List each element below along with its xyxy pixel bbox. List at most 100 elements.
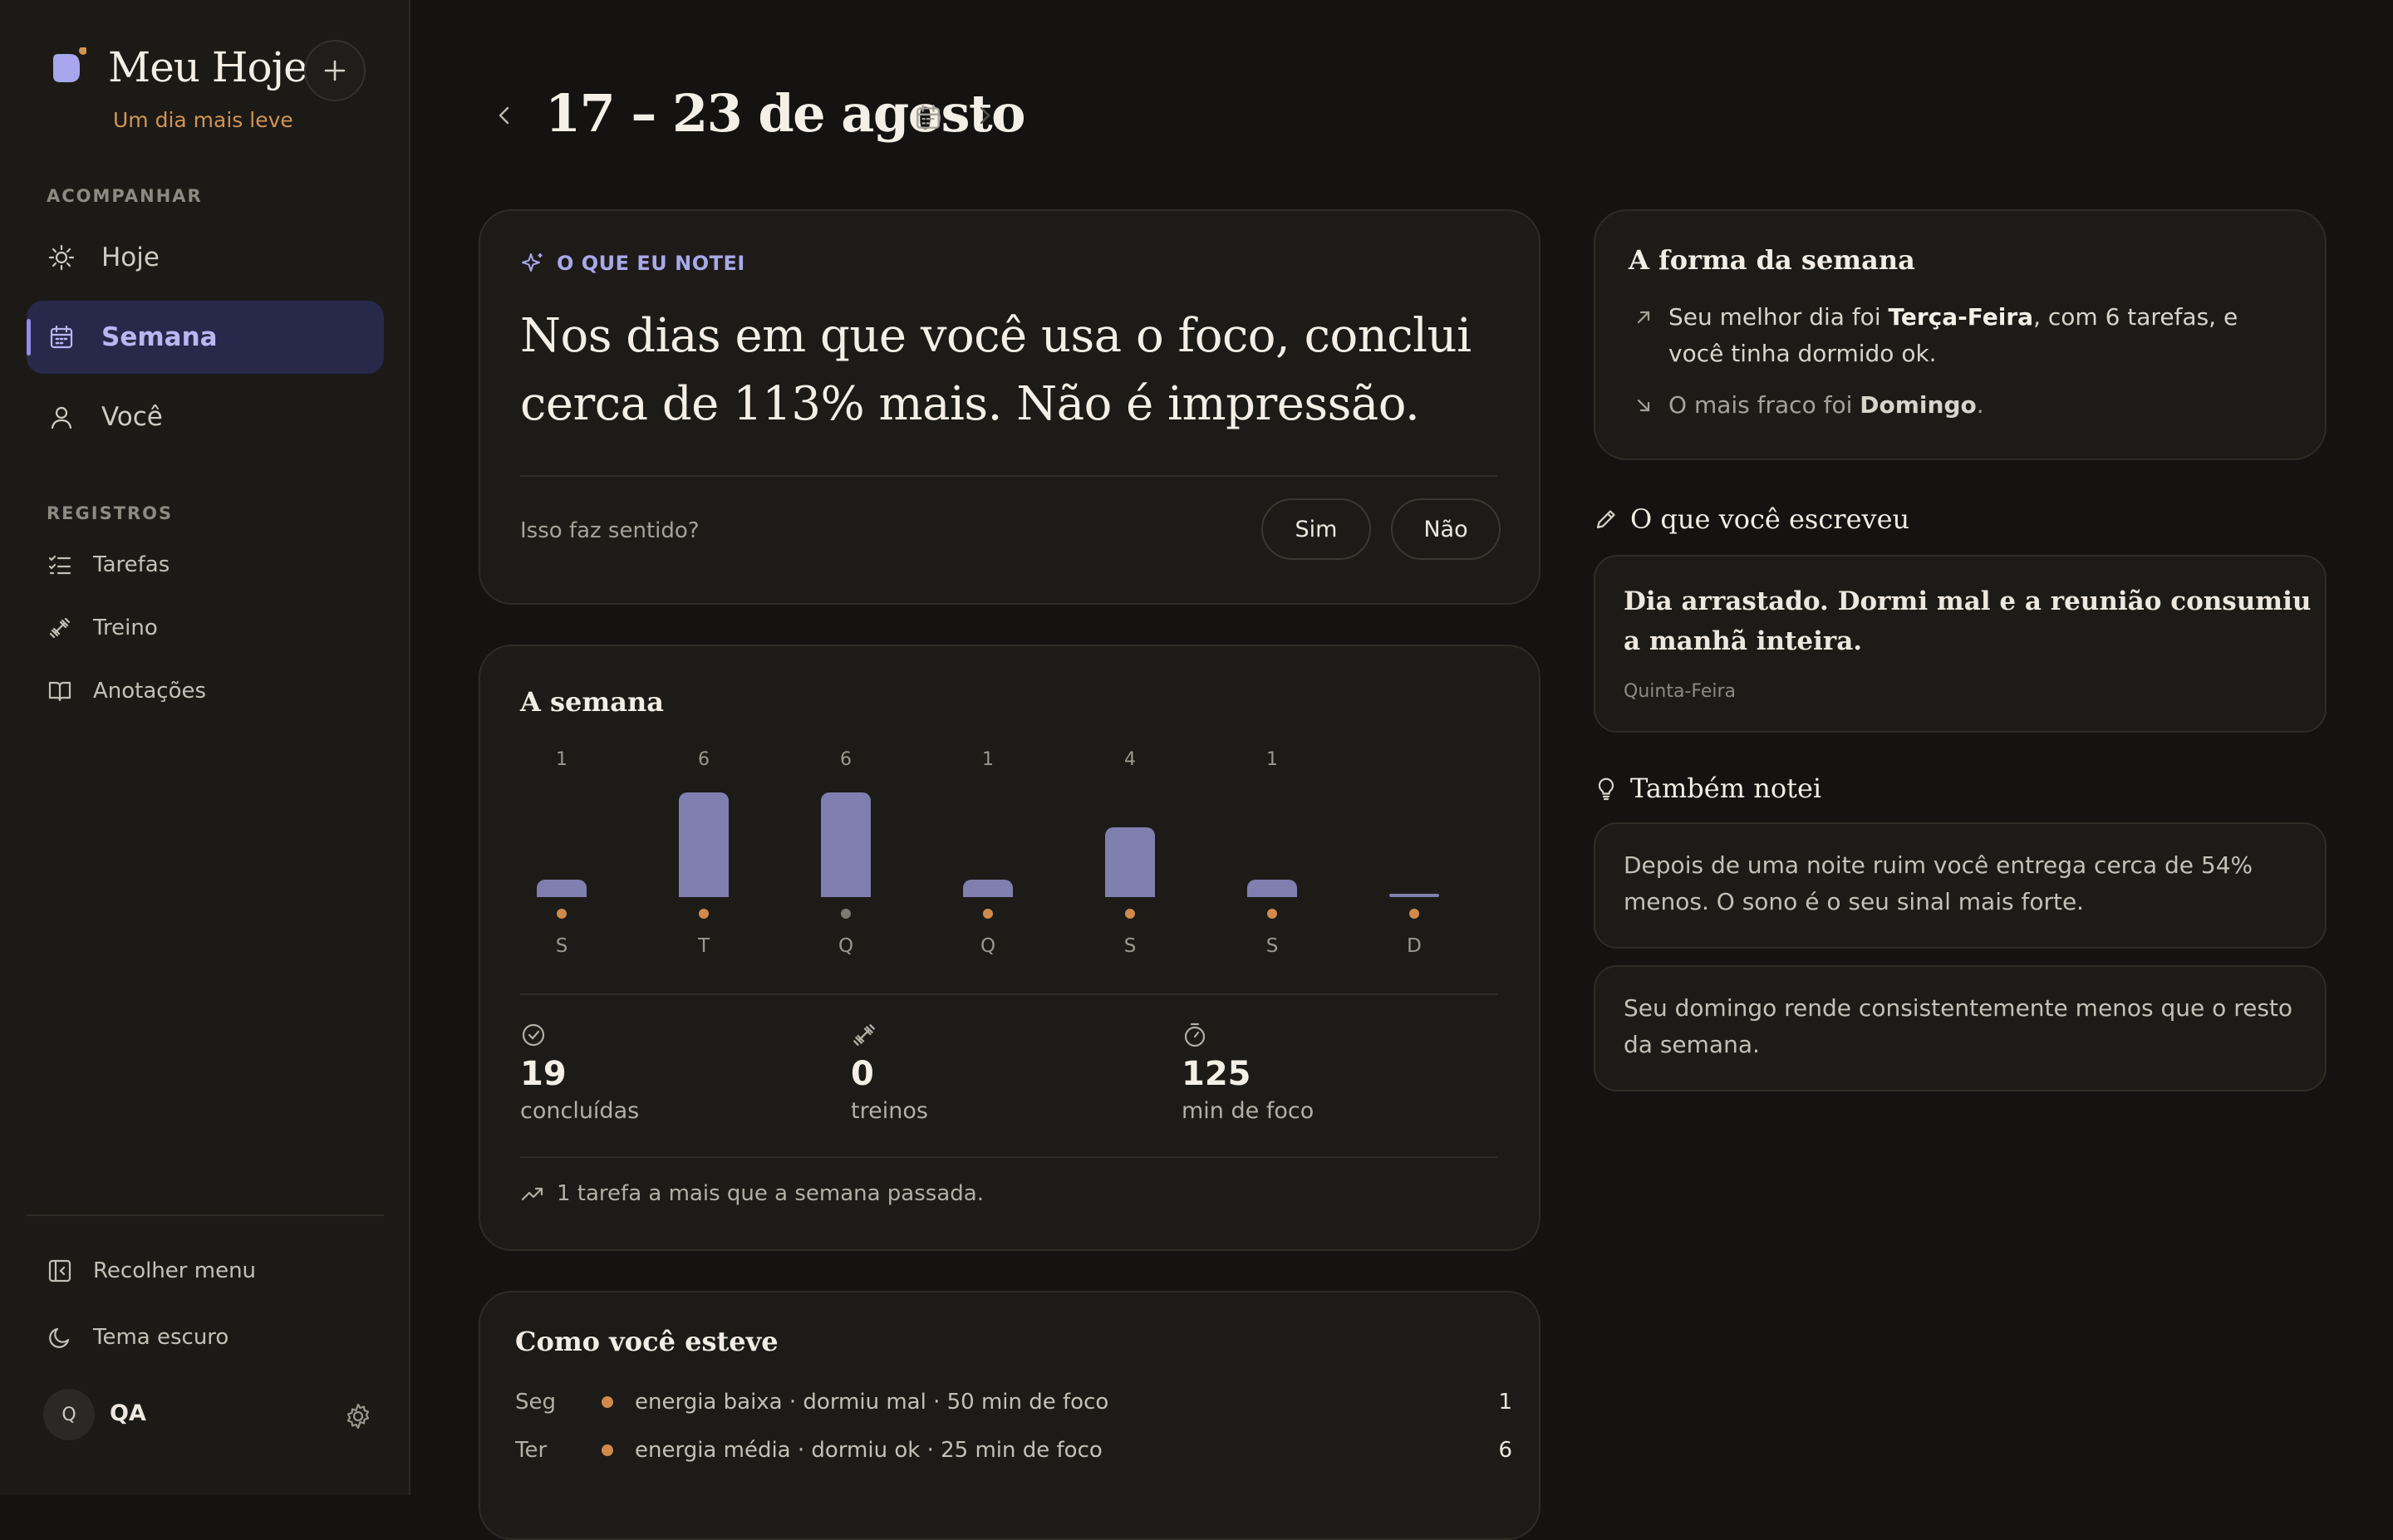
sparkle-icon xyxy=(522,253,543,272)
bar-0[interactable] xyxy=(537,880,587,897)
logo-icon xyxy=(47,47,87,87)
worst-day-text: O mais fraco foi Domingo. xyxy=(1668,391,1984,419)
mood-text: energia baixa · dormiu mal · 50 min de f… xyxy=(635,1390,1109,1415)
arrow-up-right-icon xyxy=(1629,299,1658,336)
best-day-text: Seu melhor dia foi Terça-Feira, com 6 ta… xyxy=(1668,303,2238,367)
records-item-treino[interactable]: Treino xyxy=(47,615,158,641)
calendar-picker-button[interactable] xyxy=(914,103,942,131)
records-item-tarefas[interactable]: Tarefas xyxy=(47,552,170,578)
sidebar-collapse-icon xyxy=(47,1258,73,1284)
calendar-icon xyxy=(916,105,940,129)
week-divider xyxy=(520,993,1497,995)
day-dot xyxy=(1409,909,1419,919)
bar-2[interactable] xyxy=(821,792,871,897)
theme-toggle-label: Tema escuro xyxy=(93,1325,229,1350)
dumbbell-icon xyxy=(851,1022,877,1048)
stat-completed-label: concluídas xyxy=(520,1098,640,1124)
day-dot xyxy=(557,909,567,919)
bar-3[interactable] xyxy=(963,880,1013,897)
gear-icon[interactable] xyxy=(344,1402,372,1430)
day-label: D xyxy=(1407,935,1422,957)
day-dot xyxy=(1267,909,1277,919)
bar-value-label: 1 xyxy=(982,749,994,770)
week-shape-card: A forma da semana Seu melhor dia foi Ter… xyxy=(1594,209,2327,460)
sidebar: Meu Hoje Um dia mais leve ACOMPANHAR Hoj… xyxy=(0,0,410,1495)
bar-value-label: 6 xyxy=(840,749,852,770)
day-label: S xyxy=(1265,935,1279,957)
feedback-question: Isso faz sentido? xyxy=(520,518,700,543)
next-week-button[interactable] xyxy=(972,103,997,128)
calendar-icon xyxy=(47,322,76,352)
bar-1[interactable] xyxy=(679,792,729,897)
trend-note: 1 tarefa a mais que a semana passada. xyxy=(520,1181,984,1206)
plus-icon xyxy=(324,60,346,81)
day-label: Q xyxy=(838,935,854,957)
best-day-line: Seu melhor dia foi Terça-Feira, com 6 ta… xyxy=(1629,299,2293,372)
collapse-menu-button[interactable]: Recolher menu xyxy=(47,1258,256,1284)
user-name[interactable]: QA xyxy=(110,1400,146,1426)
records-item-anotacoes[interactable]: Anotações xyxy=(47,678,206,704)
mood-count: 6 xyxy=(1498,1438,1512,1463)
no-button[interactable]: Não xyxy=(1391,498,1501,560)
records-label: Tarefas xyxy=(93,552,170,577)
arrow-down-right-icon xyxy=(1629,387,1658,424)
insight-divider xyxy=(520,475,1497,477)
worst-day-name: Domingo xyxy=(1860,391,1977,419)
bar-6[interactable] xyxy=(1389,894,1439,897)
theme-toggle[interactable]: Tema escuro xyxy=(47,1324,228,1351)
day-dot xyxy=(1125,909,1135,919)
stat-focus-label: min de foco xyxy=(1182,1098,1314,1124)
day-label: T xyxy=(697,935,710,957)
bar-value-label: 1 xyxy=(1266,749,1278,770)
wrote-heading: O que você escreveu xyxy=(1594,503,1909,535)
mood-card: Como você esteve Seg energia baixa · dor… xyxy=(479,1291,1540,1540)
also-heading: Também notei xyxy=(1594,772,1821,804)
insight-label: O QUE EU NOTEI xyxy=(520,251,745,276)
mood-dot xyxy=(602,1396,613,1408)
worst-day-line: O mais fraco foi Domingo. xyxy=(1629,387,2293,424)
also-title: Também notei xyxy=(1630,772,1822,804)
insight-card: O QUE EU NOTEI Nos dias em que você usa … xyxy=(479,209,1540,605)
section-label-records: REGISTROS xyxy=(47,503,174,523)
nav-item-hoje[interactable]: Hoje xyxy=(27,221,384,294)
week-card: A semana 1 S 6 T 6 Q 1 Q 4 S 1 S D 19 concluídas 0 t… xyxy=(479,645,1540,1251)
yes-button[interactable]: Sim xyxy=(1261,498,1371,560)
day-label: S xyxy=(555,935,568,957)
observation-card: Depois de uma noite ruim você entrega ce… xyxy=(1594,822,2327,949)
bar-value-label: 1 xyxy=(556,749,568,770)
stat-completed-value: 19 xyxy=(520,1055,567,1093)
brand[interactable]: Meu Hoje xyxy=(47,43,308,91)
stat-workouts-value: 0 xyxy=(851,1055,874,1093)
best-day-name: Terça-Feira xyxy=(1888,303,2034,331)
day-dot xyxy=(841,909,851,919)
add-button[interactable] xyxy=(304,40,366,101)
mood-day: Ter xyxy=(515,1438,548,1463)
nav-item-semana[interactable]: Semana xyxy=(27,301,384,374)
checklist-icon xyxy=(47,552,73,578)
day-dot xyxy=(983,909,993,919)
mood-text: energia média · dormiu ok · 25 min de fo… xyxy=(635,1438,1103,1463)
collapse-menu-label: Recolher menu xyxy=(93,1258,257,1283)
tagline: Um dia mais leve xyxy=(113,108,293,132)
nav-label: Semana xyxy=(101,322,218,352)
previous-week-button[interactable] xyxy=(492,103,517,128)
records-label: Treino xyxy=(93,616,158,640)
sidebar-divider xyxy=(27,1214,384,1216)
avatar[interactable]: Q xyxy=(43,1389,95,1440)
bar-value-label: 4 xyxy=(1124,749,1136,770)
timer-icon xyxy=(1182,1022,1208,1048)
bar-5[interactable] xyxy=(1247,880,1297,897)
day-label: Q xyxy=(980,935,996,957)
mood-row: Seg energia baixa · dormiu mal · 50 min … xyxy=(515,1386,1512,1419)
journal-entry-card[interactable]: Dia arrastado. Dormi mal e a reunião con… xyxy=(1594,555,2327,733)
bar-4[interactable] xyxy=(1105,827,1155,897)
nav-item-voce[interactable]: Você xyxy=(27,380,384,454)
mood-row: Ter energia média · dormiu ok · 25 min d… xyxy=(515,1434,1512,1467)
insight-text: Nos dias em que você usa o foco, conclui… xyxy=(520,309,1472,431)
insight-label-text: O QUE EU NOTEI xyxy=(557,252,745,275)
book-icon xyxy=(47,678,73,704)
chevron-left-icon xyxy=(499,106,509,125)
user-icon xyxy=(47,402,76,432)
stat-focus-value: 125 xyxy=(1182,1055,1251,1093)
brand-title: Meu Hoje xyxy=(108,43,308,91)
